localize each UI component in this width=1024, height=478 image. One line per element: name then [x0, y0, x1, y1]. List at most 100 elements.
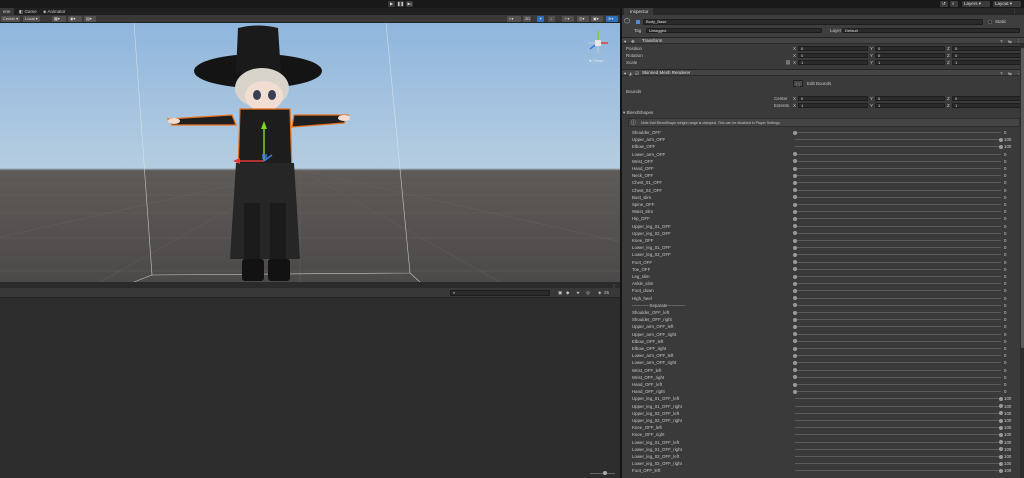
blendshape-slider-track[interactable] [795, 398, 1001, 400]
blendshape-slider-knob[interactable] [999, 144, 1003, 149]
blendshape-slider-knob[interactable] [793, 346, 797, 351]
blendshape-value-field[interactable]: 0 [1004, 208, 1006, 215]
help-icon[interactable]: ? [1000, 39, 1003, 44]
blendshape-slider-knob[interactable] [793, 238, 797, 243]
blendshape-slider-knob[interactable] [793, 317, 797, 322]
blendshape-slider-knob[interactable] [793, 130, 797, 135]
blendshape-slider-knob[interactable] [793, 267, 797, 272]
favorite-icon[interactable]: ★ [576, 290, 580, 295]
blendshape-value-field[interactable]: 0 [1004, 237, 1006, 244]
enabled-checkbox-icon[interactable]: ☑ [635, 71, 639, 76]
blendshape-slider-knob[interactable] [793, 332, 797, 337]
blendshape-slider-knob[interactable] [793, 195, 797, 200]
blendshape-value-field[interactable]: 0 [1004, 323, 1006, 330]
blendshape-value-field[interactable]: 0 [1004, 374, 1006, 381]
blendshape-value-field[interactable]: 0 [1004, 201, 1006, 208]
blendshape-slider-track[interactable] [795, 448, 1001, 450]
blendshape-value-field[interactable]: 0 [1004, 194, 1006, 201]
blendshape-slider-knob[interactable] [793, 202, 797, 207]
blendshape-value-field[interactable]: 100 [1004, 395, 1011, 402]
blendshape-slider-track[interactable] [795, 348, 1001, 349]
blendshape-slider-track[interactable] [795, 211, 1001, 213]
blendshape-slider-track[interactable] [795, 333, 1001, 335]
blendshape-slider-knob[interactable] [793, 166, 797, 171]
blendshape-value-field[interactable]: 0 [1004, 158, 1006, 165]
blendshape-value-field[interactable]: 0 [1004, 266, 1006, 273]
layer-dropdown[interactable]: Default [842, 28, 1020, 33]
inspector-menu-icon[interactable]: ⋮ [1012, 9, 1017, 14]
blendshape-slider-knob[interactable] [793, 310, 797, 315]
blendshape-slider-track[interactable] [795, 153, 1001, 155]
blendshape-slider-track[interactable] [795, 376, 1001, 378]
draw-mode-button[interactable]: ◐▾ [507, 16, 521, 22]
blendshape-slider-track[interactable] [795, 434, 1001, 436]
orientation-gizmo[interactable] [588, 31, 608, 53]
effects-button[interactable]: ✧▾ [562, 16, 574, 22]
help-icon[interactable]: ? [1000, 71, 1003, 76]
filter-label-icon[interactable]: ◆ [566, 290, 569, 295]
blendshapes-foldout[interactable]: ▾ BlendShapes [623, 110, 653, 115]
zoom-slider-knob[interactable] [603, 471, 607, 475]
pause-button[interactable]: ❚❚ [397, 1, 404, 7]
blendshape-slider-knob[interactable] [793, 353, 797, 358]
scale-y-field[interactable]: 1 [875, 60, 945, 65]
blendshape-slider-track[interactable] [795, 340, 1001, 342]
blendshape-slider-track[interactable] [795, 261, 1001, 263]
blendshape-slider-track[interactable] [795, 146, 1001, 148]
lighting-button[interactable]: ✦ [537, 16, 544, 22]
visibility-icon[interactable]: ◎ [586, 290, 590, 295]
blendshape-slider-knob[interactable] [793, 260, 797, 265]
audio-button[interactable]: ♪ [548, 16, 555, 22]
blendshape-slider-track[interactable] [795, 283, 1001, 285]
blendshape-slider-knob[interactable] [793, 245, 797, 250]
tab-scene[interactable]: ene [0, 8, 14, 15]
blendshape-value-field[interactable]: 0 [1004, 259, 1006, 266]
blendshape-value-field[interactable]: 100 [1004, 424, 1011, 431]
history-button[interactable]: ↺ [940, 1, 948, 7]
blendshape-value-field[interactable]: 0 [1004, 367, 1006, 374]
blendshape-slider-track[interactable] [795, 420, 1001, 421]
blendshape-value-field[interactable]: 0 [1004, 316, 1006, 323]
blendshape-slider-track[interactable] [795, 232, 1001, 234]
blendshape-slider-knob[interactable] [793, 375, 797, 380]
step-button[interactable]: ▶| [406, 1, 413, 7]
blendshape-value-field[interactable]: 100 [1004, 410, 1011, 417]
blendshape-slider-knob[interactable] [793, 281, 797, 286]
blendshape-slider-track[interactable] [795, 168, 1001, 169]
blendshape-value-field[interactable]: 0 [1004, 280, 1006, 287]
blendshape-value-field[interactable]: 100 [1004, 403, 1011, 410]
blendshape-slider-track[interactable] [795, 189, 1001, 191]
blendshape-value-field[interactable]: 0 [1004, 287, 1006, 294]
blendshape-value-field[interactable]: 0 [1004, 381, 1006, 388]
search-button[interactable]: ⌕ [950, 1, 958, 7]
blendshape-slider-track[interactable] [795, 319, 1001, 321]
blendshape-slider-track[interactable] [795, 304, 1001, 306]
scale-z-field[interactable]: 1 [952, 60, 1022, 65]
blendshape-value-field[interactable]: 100 [1004, 446, 1011, 453]
blendshape-slider-track[interactable] [795, 463, 1001, 465]
blendshape-slider-knob[interactable] [793, 382, 797, 387]
rotation-y-field[interactable]: 0 [875, 53, 945, 58]
blendshape-value-field[interactable]: 0 [1004, 244, 1006, 251]
blendshape-slider-track[interactable] [795, 441, 1001, 443]
blendshape-slider-knob[interactable] [793, 324, 797, 329]
blendshape-slider-knob[interactable] [999, 418, 1003, 423]
blendshape-slider-track[interactable] [795, 369, 1001, 371]
blendshape-slider-knob[interactable] [999, 411, 1003, 416]
blendshape-slider-track[interactable] [795, 175, 1001, 177]
blendshape-value-field[interactable]: 100 [1004, 136, 1011, 143]
avatar-character[interactable] [166, 25, 350, 282]
blendshape-value-field[interactable]: 0 [1004, 151, 1006, 158]
blendshape-slider-track[interactable] [795, 297, 1001, 299]
blendshape-slider-track[interactable] [795, 470, 1001, 472]
blendshape-slider-track[interactable] [795, 132, 1001, 133]
scene-viewport[interactable]: ◄ Persp [0, 23, 620, 282]
blendshape-slider-track[interactable] [795, 268, 1001, 270]
link-icon[interactable]: ⛓ [785, 60, 791, 65]
blendshape-slider-knob[interactable] [793, 303, 797, 308]
center-y-field[interactable]: 0 [875, 96, 945, 101]
blendshape-slider-track[interactable] [795, 456, 1001, 457]
static-checkbox[interactable] [988, 20, 992, 24]
component-menu-icon[interactable]: ⋮ [1016, 39, 1021, 44]
blendshape-value-field[interactable]: 0 [1004, 331, 1006, 338]
